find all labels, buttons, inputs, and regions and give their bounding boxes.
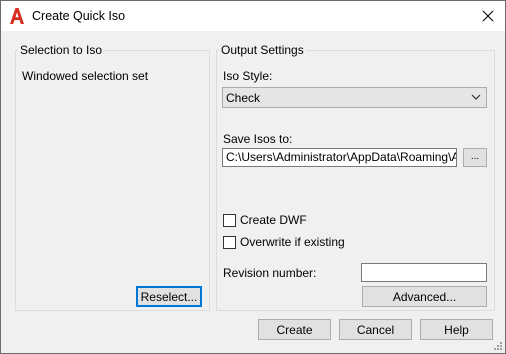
selection-to-iso-group: Selection to Iso Windowed selection set …: [15, 43, 210, 311]
create-button[interactable]: Create: [258, 319, 331, 340]
chevron-down-icon: [471, 94, 481, 100]
resize-grip-icon[interactable]: [493, 341, 503, 351]
browse-button-label: ...: [470, 151, 480, 162]
revision-number-field[interactable]: [361, 263, 487, 282]
cancel-button[interactable]: Cancel: [339, 319, 412, 340]
close-icon: [482, 10, 494, 22]
overwrite-label[interactable]: Overwrite if existing: [240, 235, 345, 249]
save-path-value: C:\Users\Administrator\AppData\Roaming\A…: [226, 150, 457, 164]
create-quick-iso-dialog: Create Quick Iso Selection to Iso Window…: [0, 0, 506, 354]
close-button[interactable]: [475, 3, 501, 29]
iso-style-dropdown[interactable]: Check: [222, 87, 487, 108]
save-isos-label: Save Isos to:: [223, 132, 293, 146]
cancel-button-label: Cancel: [356, 322, 395, 337]
overwrite-checkbox[interactable]: [223, 236, 236, 249]
output-group-label: Output Settings: [219, 43, 306, 57]
create-button-label: Create: [276, 322, 313, 337]
reselect-button-label: Reselect...: [140, 289, 198, 304]
reselect-button[interactable]: Reselect...: [136, 286, 202, 307]
iso-style-value: Check: [226, 90, 261, 105]
create-dwf-checkbox[interactable]: [223, 214, 236, 227]
browse-button[interactable]: ...: [463, 148, 487, 167]
selection-status-text: Windowed selection set: [22, 69, 149, 83]
help-button-label: Help: [444, 322, 469, 337]
iso-style-label: Iso Style:: [223, 69, 272, 83]
advanced-button[interactable]: Advanced...: [362, 286, 487, 307]
advanced-button-label: Advanced...: [392, 289, 457, 304]
window-title: Create Quick Iso: [32, 9, 126, 23]
help-button[interactable]: Help: [420, 319, 493, 340]
selection-group-label: Selection to Iso: [18, 43, 105, 57]
iso-style-label-text: Iso Style:: [223, 69, 273, 83]
revision-number-label: Revision number:: [223, 266, 317, 280]
create-dwf-label[interactable]: Create DWF: [240, 213, 307, 227]
title-bar: Create Quick Iso: [1, 1, 505, 31]
autocad-a-icon: [10, 8, 24, 24]
save-path-field[interactable]: C:\Users\Administrator\AppData\Roaming\A…: [222, 148, 457, 167]
